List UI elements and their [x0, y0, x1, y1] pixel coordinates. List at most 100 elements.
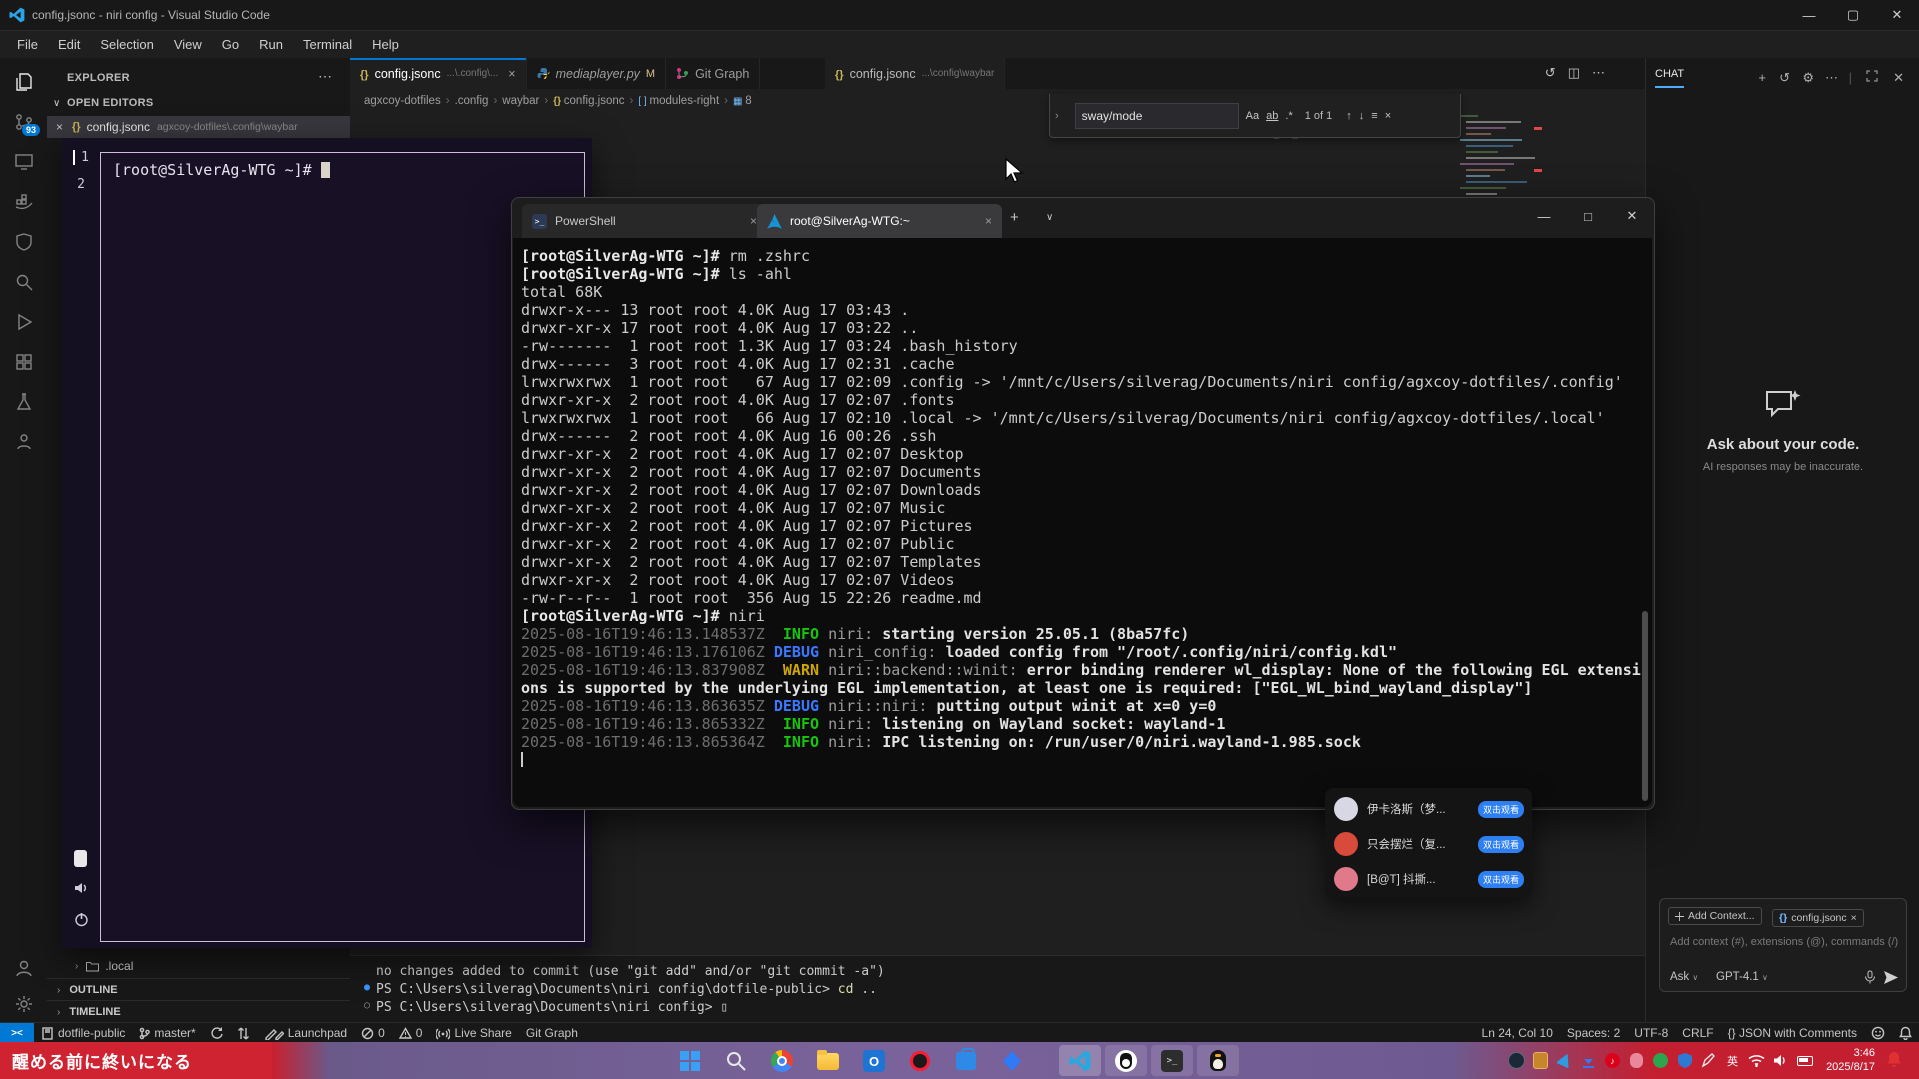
volume-icon[interactable] [74, 881, 90, 895]
maximize-button[interactable]: ▢ [1831, 0, 1875, 30]
taskbar-running-linux-tux[interactable] [1197, 1045, 1239, 1076]
chat-input-placeholder[interactable]: Add context (#), extensions (@), command… [1670, 936, 1906, 948]
shield-icon[interactable] [10, 228, 37, 255]
chat-mode-dropdown[interactable]: Ask ∨ [1670, 971, 1698, 983]
tray-penguin-icon[interactable] [1628, 1052, 1645, 1069]
find-in-selection-icon[interactable]: ≡ [1371, 110, 1377, 122]
tray-ime[interactable]: 英 [1724, 1052, 1741, 1069]
bell-icon[interactable] [1892, 1026, 1919, 1040]
chat-input-box[interactable]: Add Context... {}config.jsonc× Add conte… [1659, 898, 1907, 992]
tray-green-app-icon[interactable] [1652, 1052, 1669, 1069]
breadcrumb-item[interactable]: agxcoy-dotfiles [364, 95, 441, 107]
send-icon[interactable] [1884, 971, 1898, 984]
whole-word-icon[interactable]: ab [1266, 110, 1278, 122]
tab-git-graph[interactable]: Git Graph [666, 58, 760, 89]
vscode-panel-terminal[interactable]: no changes added to commit (use "git add… [350, 955, 1645, 1023]
tray-blue-app-icon[interactable] [1556, 1052, 1573, 1069]
explorer-icon[interactable] [10, 68, 37, 95]
file-context-chip[interactable]: {}config.jsonc× [1772, 909, 1864, 927]
close-icon[interactable]: × [750, 214, 757, 228]
tray-volume-icon[interactable] [1772, 1052, 1789, 1069]
taskbar-app-file-explorer[interactable] [815, 1048, 841, 1074]
notification-bell-icon[interactable] [1886, 1051, 1902, 1069]
tray-orange-app-icon[interactable] [1532, 1052, 1549, 1069]
chat-model-dropdown[interactable]: GPT-4.1 ∨ [1716, 971, 1768, 983]
tree-item-local[interactable]: › .local [47, 955, 350, 977]
taskbar-app-windows-start[interactable] [677, 1048, 703, 1074]
find-prev-icon[interactable]: ↑ [1346, 110, 1352, 122]
status-item-sync[interactable] [203, 1026, 230, 1040]
chat-history-icon[interactable]: ↺ [1779, 70, 1790, 86]
breadcrumb-item[interactable]: .config [455, 95, 489, 107]
menu-item-file[interactable]: File [8, 34, 47, 55]
status-item-spaces-2[interactable]: Spaces: 2 [1560, 1026, 1627, 1040]
menu-item-go[interactable]: Go [213, 34, 248, 55]
open-editor-item[interactable]: × {} config.jsonc agxcoy-dotfiles\.confi… [47, 116, 350, 138]
tray-steam-icon[interactable] [1508, 1052, 1525, 1069]
live-share-icon[interactable] [10, 428, 37, 455]
feedback-icon[interactable] [1864, 1026, 1892, 1040]
tray-pen-icon[interactable] [1700, 1052, 1717, 1069]
search-icon[interactable] [10, 268, 37, 295]
menu-item-selection[interactable]: Selection [91, 34, 162, 55]
tab-dropdown-icon[interactable]: ∨ [1046, 212, 1053, 223]
remote-explorer-icon[interactable] [10, 148, 37, 175]
regex-icon[interactable]: .* [1285, 110, 1292, 122]
explorer-more-icon[interactable]: ⋯ [318, 68, 332, 85]
tab-config-jsonc[interactable]: {}config.jsonc...\.config\...× [350, 58, 527, 89]
outline-section[interactable]: › OUTLINE [47, 978, 350, 1001]
more-icon[interactable]: ⋯ [1825, 70, 1838, 86]
windows-terminal-window[interactable]: >_PowerShell×root@SilverAg-WTG:~× + ∨ — … [511, 197, 1655, 810]
new-chat-icon[interactable]: + [1758, 70, 1766, 85]
breadcrumb-item[interactable]: ▦ 8 [733, 95, 752, 107]
terminal-tab-wsl[interactable]: root@SilverAg-WTG:~× [757, 204, 1002, 238]
new-tab-icon[interactable]: + [1010, 209, 1019, 226]
tab-config-jsonc[interactable]: {}config.jsonc...\config\waybar [825, 58, 1005, 89]
qq-chat-row[interactable]: 只会摆烂（复...双击观看 [1325, 827, 1532, 861]
qq-chat-popup[interactable]: 伊卡洛斯（梦...双击观看只会摆烂（复...双击观看[B@T] 抖撕...双击观… [1325, 788, 1532, 898]
breadcrumb-item[interactable]: {} config.jsonc [553, 95, 624, 107]
terminal-tab-powershell[interactable]: >_PowerShell× [522, 204, 767, 238]
block-icon[interactable] [74, 850, 87, 867]
expand-icon[interactable] [1866, 70, 1878, 82]
close-icon[interactable]: × [56, 120, 63, 134]
find-close-icon[interactable]: × [1385, 110, 1391, 122]
close-icon[interactable]: ✕ [1893, 70, 1904, 86]
menu-item-help[interactable]: Help [363, 34, 408, 55]
taskbar-running-qq[interactable] [1105, 1045, 1147, 1076]
mic-icon[interactable] [1864, 970, 1876, 984]
find-input[interactable]: sway/mode [1075, 103, 1239, 129]
workspace-1[interactable]: 1 [73, 150, 89, 165]
taskbar-app-opera[interactable] [907, 1048, 933, 1074]
close-icon[interactable]: × [985, 214, 992, 228]
status-item-utf-8[interactable]: UTF-8 [1627, 1026, 1675, 1040]
taskbar-app-search[interactable] [723, 1048, 749, 1074]
tab-mediaplayer-py[interactable]: mediaplayer.pyM [527, 58, 666, 89]
timeline-section[interactable]: › TIMELINE [47, 1000, 350, 1023]
tray-wifi-icon[interactable] [1748, 1052, 1765, 1069]
run-debug-icon[interactable] [10, 308, 37, 335]
status-item-live-share[interactable]: Live Share [429, 1026, 518, 1040]
history-icon[interactable]: ↺ [1545, 65, 1556, 81]
status-item-master-[interactable]: master* [132, 1026, 202, 1040]
status-item-crlf[interactable]: CRLF [1675, 1026, 1720, 1040]
status-item-launchpad[interactable]: Launchpad [257, 1026, 354, 1040]
taskbar-running-terminal[interactable]: >_ [1151, 1045, 1193, 1076]
taskbar-clock[interactable]: 3:46 2025/8/17 [1815, 1046, 1875, 1074]
status-item--json-with-comments[interactable]: {} JSON with Comments [1721, 1026, 1864, 1040]
minimize-button[interactable]: — [1787, 0, 1831, 30]
terminal-minimize-button[interactable]: — [1522, 198, 1566, 234]
breadcrumb-item[interactable]: [ ] modules-right [638, 95, 719, 107]
close-icon[interactable]: × [508, 67, 515, 81]
settings-gear-icon[interactable] [10, 990, 37, 1017]
status-item-dotfile-public[interactable]: dotfile-public [34, 1026, 132, 1040]
chip-close-icon[interactable]: × [1851, 912, 1857, 924]
qq-chat-row[interactable]: 伊卡洛斯（梦...双击观看 [1325, 792, 1532, 826]
docker-icon[interactable] [10, 188, 37, 215]
find-next-icon[interactable]: ↓ [1359, 110, 1365, 122]
status-item-0[interactable]: 0 [392, 1026, 430, 1040]
gear-icon[interactable]: ⚙ [1802, 70, 1814, 86]
workspace-2[interactable]: 2 [77, 177, 85, 192]
qq-chat-row[interactable]: [B@T] 抖撕...双击观看 [1325, 862, 1532, 896]
menu-item-view[interactable]: View [165, 34, 211, 55]
